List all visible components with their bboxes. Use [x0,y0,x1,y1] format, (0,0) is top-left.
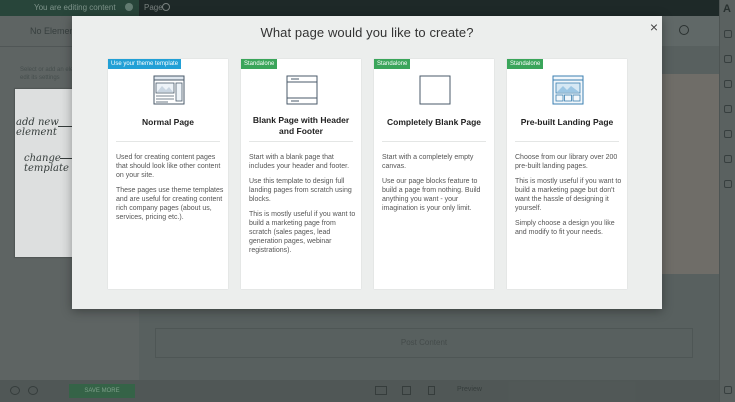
desc-paragraph: This is mostly useful if you want to bui… [249,211,356,254]
card-description: Start with a completely empty canvas. Us… [382,153,490,219]
divider [116,141,220,142]
divider [515,141,619,142]
desc-paragraph: These pages use theme templates and are … [116,187,224,221]
desc-paragraph: Used for creating content pages that sho… [116,154,221,179]
card-blank-page[interactable]: Standalone Completely Blank Page Start w… [374,59,494,289]
card-header-footer-page[interactable]: Standalone Blank Page with Header and Fo… [241,59,361,289]
badge: Standalone [507,59,544,69]
card-title: Blank Page with Header and Footer [252,115,350,136]
divider [249,141,353,142]
card-title: Pre-built Landing Page [520,117,614,127]
desc-paragraph: Start with a completely empty canvas. [382,154,474,170]
close-button[interactable]: × [647,20,661,34]
blank-page-icon [419,75,451,105]
card-landing-page[interactable]: Standalone Pre-built Landing Page Choose… [507,59,627,289]
header-footer-page-icon [286,75,318,105]
badge: Use your theme template [108,59,182,69]
card-title: Normal Page [142,117,194,127]
desc-paragraph: Simply choose a design you like and modi… [515,220,615,236]
desc-paragraph: Choose from our library over 200 pre-bui… [515,154,618,170]
badge: Standalone [241,59,278,69]
desc-paragraph: Use our page blocks feature to build a p… [382,178,481,212]
card-description: Start with a blank page that includes yo… [249,153,357,261]
divider [382,141,486,142]
desc-paragraph: Start with a blank page that includes yo… [249,154,350,170]
card-normal-page[interactable]: Use your theme template Normal Page Used… [108,59,228,289]
normal-page-icon [153,75,185,105]
card-description: Choose from our library over 200 pre-bui… [515,153,623,243]
badge: Standalone [374,59,411,69]
card-description: Used for creating content pages that sho… [116,153,224,228]
page-type-cards: Use your theme template Normal Page Used… [108,59,628,289]
desc-paragraph: This is mostly useful if you want to bui… [515,178,622,212]
create-page-modal: What page would you like to create? × Us… [72,16,662,309]
landing-page-icon [552,75,584,105]
desc-paragraph: Use this template to design full landing… [249,178,352,203]
modal-title: What page would you like to create? [260,25,474,40]
card-title: Completely Blank Page [386,117,481,127]
